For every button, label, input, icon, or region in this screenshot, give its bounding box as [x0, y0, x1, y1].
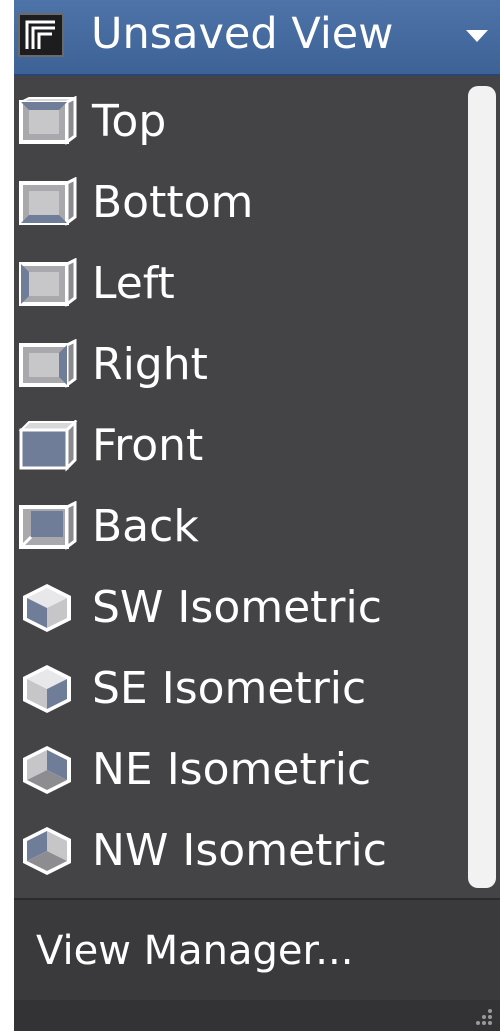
view-item-back[interactable]: Back	[14, 487, 464, 568]
view-right-icon	[19, 339, 77, 388]
view-left-icon	[19, 258, 77, 307]
se-isometric-icon	[23, 665, 71, 713]
view-dropdown-header[interactable]: Unsaved View	[14, 0, 500, 76]
resize-grip-icon[interactable]	[470, 1003, 496, 1029]
nw-isometric-icon	[23, 827, 71, 875]
view-item-sw-isometric[interactable]: SW Isometric	[14, 568, 464, 649]
view-item-label: Bottom	[92, 177, 254, 228]
view-item-ne-isometric[interactable]: NE Isometric	[14, 730, 464, 811]
view-dropdown-panel: Unsaved View Top Bottom Left Right Front…	[14, 0, 500, 1031]
panel-footer-strip	[14, 1000, 500, 1031]
sw-isometric-icon	[23, 584, 71, 632]
chevron-down-icon[interactable]	[460, 20, 494, 50]
view-item-bottom[interactable]: Bottom	[14, 163, 464, 244]
named-views-icon	[18, 13, 64, 57]
view-item-right[interactable]: Right	[14, 325, 464, 406]
preset-view-list: Top Bottom Left Right Front Back SW Isom…	[14, 82, 464, 892]
view-top-icon	[19, 96, 77, 145]
view-item-se-isometric[interactable]: SE Isometric	[14, 649, 464, 730]
view-item-label: SW Isometric	[92, 582, 382, 633]
view-manager-label: View Manager...	[36, 928, 354, 974]
view-item-label: Right	[92, 339, 208, 390]
list-scrollbar[interactable]	[468, 86, 496, 888]
current-view-title: Unsaved View	[91, 9, 394, 59]
view-item-label: Front	[92, 420, 204, 471]
view-item-top[interactable]: Top	[14, 82, 464, 163]
view-back-icon	[19, 501, 77, 550]
view-item-label: Top	[92, 96, 167, 147]
view-item-nw-isometric[interactable]: NW Isometric	[14, 811, 464, 892]
view-bottom-icon	[19, 177, 77, 226]
view-item-label: NW Isometric	[92, 825, 387, 876]
view-item-label: SE Isometric	[92, 663, 367, 714]
view-item-label: NE Isometric	[92, 744, 372, 795]
view-front-icon	[18, 420, 78, 472]
view-item-front[interactable]: Front	[14, 406, 464, 487]
ne-isometric-icon	[23, 746, 71, 794]
view-item-left[interactable]: Left	[14, 244, 464, 325]
view-item-label: Back	[92, 501, 199, 552]
view-manager-button[interactable]: View Manager...	[14, 900, 500, 1000]
view-item-label: Left	[92, 258, 175, 309]
